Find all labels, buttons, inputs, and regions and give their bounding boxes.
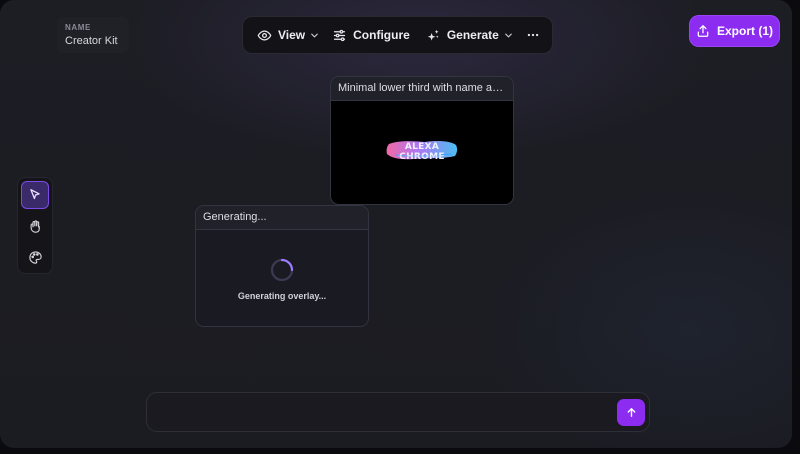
chevron-down-icon [503, 30, 514, 41]
loading-spinner-icon [270, 258, 294, 282]
logo-subtext: CONTENT CREATOR • GAMING [397, 154, 447, 158]
more-options-button[interactable] [520, 20, 546, 50]
generating-node-title: Generating... [196, 206, 368, 230]
generate-menu-label: Generate [446, 28, 499, 42]
eye-icon [257, 28, 272, 43]
sparkles-icon [426, 28, 441, 43]
preview-image: ALEXA CHROME CONTENT CREATOR • GAMING [331, 101, 513, 204]
logo-text: ALEXA CHROME [399, 142, 445, 162]
prompt-bar [146, 392, 650, 432]
configure-label: Configure [353, 28, 410, 42]
project-name-label: NAME [65, 23, 91, 32]
sliders-icon [332, 28, 347, 43]
ellipsis-icon [526, 28, 540, 42]
top-toolbar: View Configure Generate [242, 16, 553, 54]
hand-icon [28, 219, 43, 234]
export-label: Export (1) [716, 24, 773, 38]
preview-node-card[interactable]: Minimal lower third with name and... ALE… [330, 76, 514, 205]
generate-menu-button[interactable]: Generate [420, 20, 520, 50]
upload-icon [696, 24, 710, 38]
view-menu-label: View [278, 28, 306, 42]
chevron-down-icon [309, 30, 320, 41]
project-name-card[interactable]: NAME Creator Kit [57, 17, 129, 53]
preview-node-title: Minimal lower third with name and... [331, 77, 513, 101]
app-window: NAME Creator Kit View Configure Generate [0, 0, 792, 448]
generating-body: Generating overlay... [196, 230, 368, 326]
pan-tool-button[interactable] [21, 212, 49, 240]
tool-rail [17, 177, 53, 274]
lower-third-graphic: ALEXA CHROME CONTENT CREATOR • GAMING [385, 139, 459, 162]
palette-tool-button[interactable] [21, 243, 49, 271]
prompt-input[interactable] [159, 401, 609, 425]
palette-icon [28, 250, 43, 265]
send-button[interactable] [617, 399, 645, 426]
select-tool-button[interactable] [21, 181, 49, 209]
cursor-arrow-icon [28, 188, 42, 202]
generating-node-card[interactable]: Generating... Generating overlay... [195, 205, 369, 327]
export-button[interactable]: Export (1) [689, 15, 780, 47]
arrow-up-icon [625, 406, 638, 419]
generating-status-text: Generating overlay... [237, 291, 327, 301]
view-menu-button[interactable]: View [251, 20, 326, 50]
configure-button[interactable]: Configure [326, 20, 420, 50]
project-name-value: Creator Kit [65, 35, 118, 47]
